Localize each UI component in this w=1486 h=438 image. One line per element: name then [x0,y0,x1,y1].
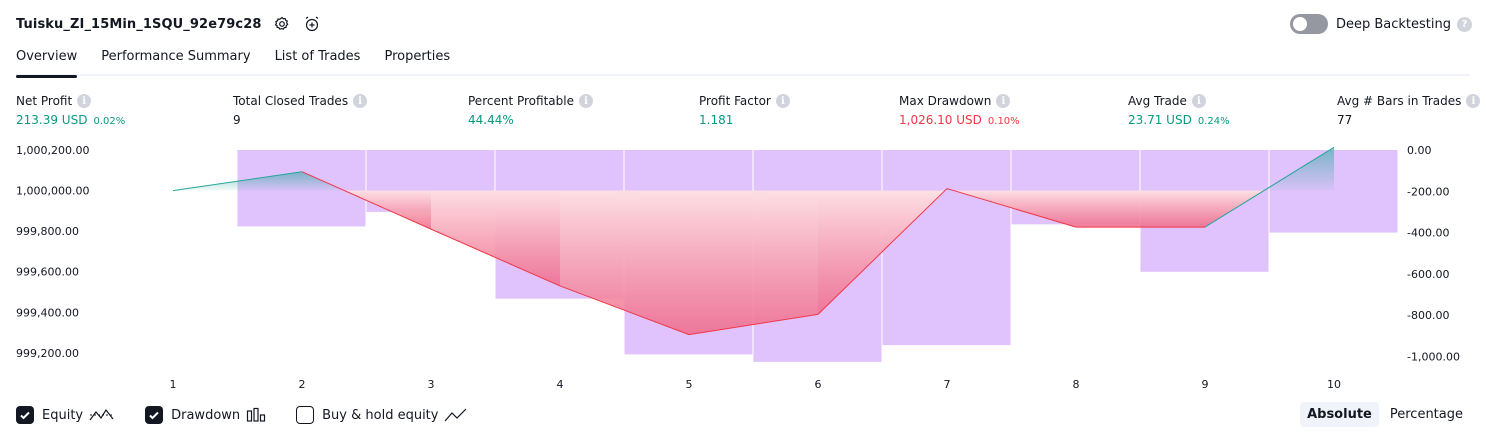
metric-label: Profit Factor [699,94,771,108]
info-icon[interactable]: i [996,94,1011,108]
absolute-button[interactable]: Absolute [1300,401,1379,427]
help-icon[interactable]: ? [1457,16,1472,32]
buy-hold-checkbox[interactable] [296,406,315,424]
x-axis-tick-label: 2 [299,378,306,391]
equity-checkbox[interactable] [16,406,34,424]
left-axis-tick-label: 999,400.00 [16,306,79,319]
report-tabs: Overview Performance Summary List of Tra… [16,44,1470,78]
tab-properties[interactable]: Properties [384,44,450,76]
right-axis-tick-label: 0.00 [1407,144,1432,157]
metric-avg-bars: Avg # Bars in Trades i 77 [1337,93,1481,127]
left-axis-tick-label: 999,200.00 [16,347,79,360]
alarm-clock-add-icon[interactable] [302,14,322,34]
tab-list-of-trades[interactable]: List of Trades [275,44,361,76]
left-axis-tick-label: 999,600.00 [16,266,79,279]
chart-canvas[interactable]: 1,000,200.00 1,000,000.00 999,800.00 999,60… [0,140,1486,400]
metric-profit-factor: Profit Factor i 1.181 [699,93,790,127]
metric-total-closed-trades: Total Closed Trades i 9 [233,93,368,127]
right-axis-tick-label: -400.00 [1407,227,1449,240]
left-axis-tick-label: 1,000,200.00 [16,144,89,157]
metric-value: 23.71 USD [1128,113,1192,127]
legend-equity[interactable]: Equity [16,406,115,424]
metric-value: 77 [1337,113,1353,127]
strategy-title: Tuisku_ZI_15Min_1SQU_92e79c28 [16,16,262,32]
percentage-button[interactable]: Percentage [1383,402,1470,427]
legend-buy-hold[interactable]: Buy & hold equity [296,406,468,424]
equity-drawdown-chart[interactable]: 1,000,200.00 1,000,000.00 999,800.00 999,60… [0,140,1486,400]
metric-label: Avg # Bars in Trades [1337,94,1462,108]
metric-label: Max Drawdown [899,94,992,108]
x-axis-tick-label: 5 [686,378,693,391]
drawdown-bar [882,150,1011,346]
legend-label: Equity [42,407,84,423]
right-axis-tick-label: -800.00 [1407,309,1449,322]
info-icon[interactable]: i [77,94,92,108]
metric-max-drawdown: Max Drawdown i 1,026.10 USD 0.10% [899,93,1020,127]
drawdown-bars-icon [246,407,266,423]
equity-line-icon [89,407,115,423]
metric-label: Percent Profitable [468,94,574,108]
metric-value: 44.44% [468,113,514,127]
tab-overview[interactable]: Overview [16,44,78,78]
metric-value: 9 [233,113,241,127]
x-axis-tick-label: 4 [557,378,564,391]
gear-icon[interactable] [272,14,292,34]
equity-loss-area [1076,190,1205,228]
deep-backtesting: Deep Backtesting ? [1289,12,1472,36]
legend-drawdown[interactable]: Drawdown [145,406,266,424]
metric-percent: 0.02% [93,116,126,127]
info-icon[interactable]: i [578,94,593,108]
metric-value: 1.181 [699,113,734,127]
info-icon[interactable]: i [1466,94,1481,108]
strategy-header: Tuisku_ZI_15Min_1SQU_92e79c28 [16,12,322,36]
metric-percent: 0.24% [1197,116,1230,127]
info-icon[interactable]: i [1191,94,1206,108]
buy-hold-line-icon [444,407,468,423]
x-axis-tick-label: 10 [1327,378,1341,391]
legend-label: Buy & hold equity [322,407,439,423]
drawdown-checkbox[interactable] [145,406,164,424]
deep-backtesting-label: Deep Backtesting [1335,16,1451,32]
left-axis-tick-label: 1,000,000.00 [16,185,89,198]
deep-backtesting-toggle[interactable] [1289,14,1328,34]
left-axis-tick-label: 999,800.00 [16,225,79,238]
metric-net-profit: Net Profit i 213.39 USD 0.02% [16,93,125,127]
equity-loss-area [689,190,818,335]
legend-label: Drawdown [171,407,241,423]
metric-label: Avg Trade [1128,94,1187,108]
metric-label: Net Profit [16,94,73,108]
metric-value: 1,026.10 USD [899,113,982,127]
value-mode-switch: Absolute Percentage [1296,400,1470,428]
x-axis-tick-label: 7 [944,378,951,391]
right-axis-tick-label: -1,000.00 [1407,350,1460,363]
metric-label: Total Closed Trades [233,94,349,108]
metric-value: 213.39 USD [16,113,88,127]
x-axis-tick-label: 3 [428,378,435,391]
metric-percent: 0.10% [987,116,1020,127]
tab-performance-summary[interactable]: Performance Summary [101,44,250,76]
metric-percent-profitable: Percent Profitable i 44.44% [468,93,593,127]
toggle-knob [1292,17,1307,31]
info-icon[interactable]: i [353,94,368,108]
x-axis-tick-label: 9 [1202,378,1209,391]
right-axis-tick-label: -200.00 [1407,185,1449,198]
x-axis-tick-label: 6 [815,378,822,391]
metric-avg-trade: Avg Trade i 23.71 USD 0.24% [1128,93,1230,127]
right-axis-tick-label: -600.00 [1407,268,1449,281]
x-axis-tick-label: 8 [1073,378,1080,391]
x-axis-tick-label: 1 [170,378,177,391]
info-icon[interactable]: i [775,94,790,108]
chart-legend: Equity Drawdown Buy & hold equity [16,404,498,426]
